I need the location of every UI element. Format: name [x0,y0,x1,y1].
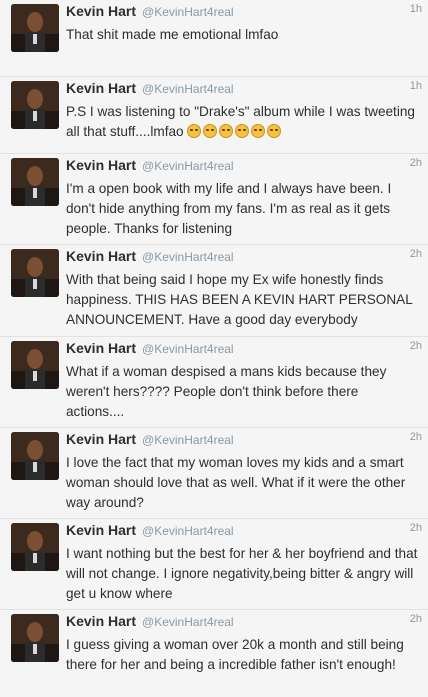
face-with-tears-of-joy-icon [203,124,218,138]
tweet-text: I guess giving a woman over 20k a month … [66,637,404,672]
user-name[interactable]: Kevin Hart [66,522,136,538]
tweet-item[interactable]: Kevin Hart @KevinHart4real 2h I love the … [0,428,428,519]
tweet-header: Kevin Hart @KevinHart4real [66,3,420,23]
face-with-tears-of-joy-icon [267,124,282,138]
tweet-timeline: Kevin Hart @KevinHart4real 1h That shit m… [0,0,428,697]
user-name[interactable]: Kevin Hart [66,80,136,96]
user-handle[interactable]: @KevinHart4real [142,82,234,96]
avatar[interactable] [11,341,59,389]
tweet-header: Kevin Hart @KevinHart4real [66,522,420,542]
tweet-text: I'm a open book with my life and I alway… [66,181,392,236]
user-name[interactable]: Kevin Hart [66,157,136,173]
timestamp[interactable]: 1h [410,80,422,92]
avatar[interactable] [11,81,59,129]
tweet-header: Kevin Hart @KevinHart4real [66,248,420,268]
timestamp[interactable]: 1h [410,3,422,15]
user-name[interactable]: Kevin Hart [66,613,136,629]
tweet-header: Kevin Hart @KevinHart4real [66,157,420,177]
tweet-item[interactable]: Kevin Hart @KevinHart4real 2h With that b… [0,245,428,337]
avatar[interactable] [11,614,59,662]
timestamp[interactable]: 2h [410,248,422,260]
user-handle[interactable]: @KevinHart4real [142,5,234,19]
tweet-text: I love the fact that my woman loves my k… [66,455,406,510]
avatar[interactable] [11,249,59,297]
tweet-text: What if a woman despised a mans kids bec… [66,364,387,419]
emoji-group [187,124,283,139]
tweet-text: P.S I was listening to "Drake's" album w… [66,102,418,142]
tweet-header: Kevin Hart @KevinHart4real [66,340,420,360]
user-handle[interactable]: @KevinHart4real [142,250,234,264]
tweet-text: I want nothing but the best for her & he… [66,546,418,601]
tweet-header: Kevin Hart @KevinHart4real [66,613,420,633]
tweet-text: With that being said I hope my Ex wife h… [66,272,413,327]
user-handle[interactable]: @KevinHart4real [142,342,234,356]
face-with-tears-of-joy-icon [219,124,234,138]
tweet-item[interactable]: Kevin Hart @KevinHart4real 2h I'm a open … [0,154,428,245]
timestamp[interactable]: 2h [410,157,422,169]
user-handle[interactable]: @KevinHart4real [142,615,234,629]
avatar[interactable] [11,523,59,571]
user-handle[interactable]: @KevinHart4real [142,433,234,447]
face-with-tears-of-joy-icon [251,124,266,138]
user-handle[interactable]: @KevinHart4real [142,524,234,538]
face-with-tears-of-joy-icon [187,124,202,138]
tweet-item[interactable]: Kevin Hart @KevinHart4real 2h I want noth… [0,519,428,610]
tweet-item[interactable]: Kevin Hart @KevinHart4real 2h What if a w… [0,337,428,428]
user-name[interactable]: Kevin Hart [66,431,136,447]
timestamp[interactable]: 2h [410,431,422,443]
avatar[interactable] [11,4,59,52]
tweet-item[interactable]: Kevin Hart @KevinHart4real 1h That shit m… [0,0,428,77]
user-name[interactable]: Kevin Hart [66,340,136,356]
timestamp[interactable]: 2h [410,613,422,625]
tweet-item[interactable]: Kevin Hart @KevinHart4real 2h I guess giv… [0,610,428,697]
user-handle[interactable]: @KevinHart4real [142,159,234,173]
face-with-tears-of-joy-icon [235,124,250,138]
timestamp[interactable]: 2h [410,340,422,352]
timestamp[interactable]: 2h [410,522,422,534]
tweet-header: Kevin Hart @KevinHart4real [66,431,420,451]
tweet-item[interactable]: Kevin Hart @KevinHart4real 1h P.S I was l… [0,77,428,154]
avatar[interactable] [11,432,59,480]
tweet-header: Kevin Hart @KevinHart4real [66,80,420,100]
user-name[interactable]: Kevin Hart [66,248,136,264]
tweet-text: That shit made me emotional lmfao [66,27,279,42]
avatar[interactable] [11,158,59,206]
user-name[interactable]: Kevin Hart [66,3,136,19]
